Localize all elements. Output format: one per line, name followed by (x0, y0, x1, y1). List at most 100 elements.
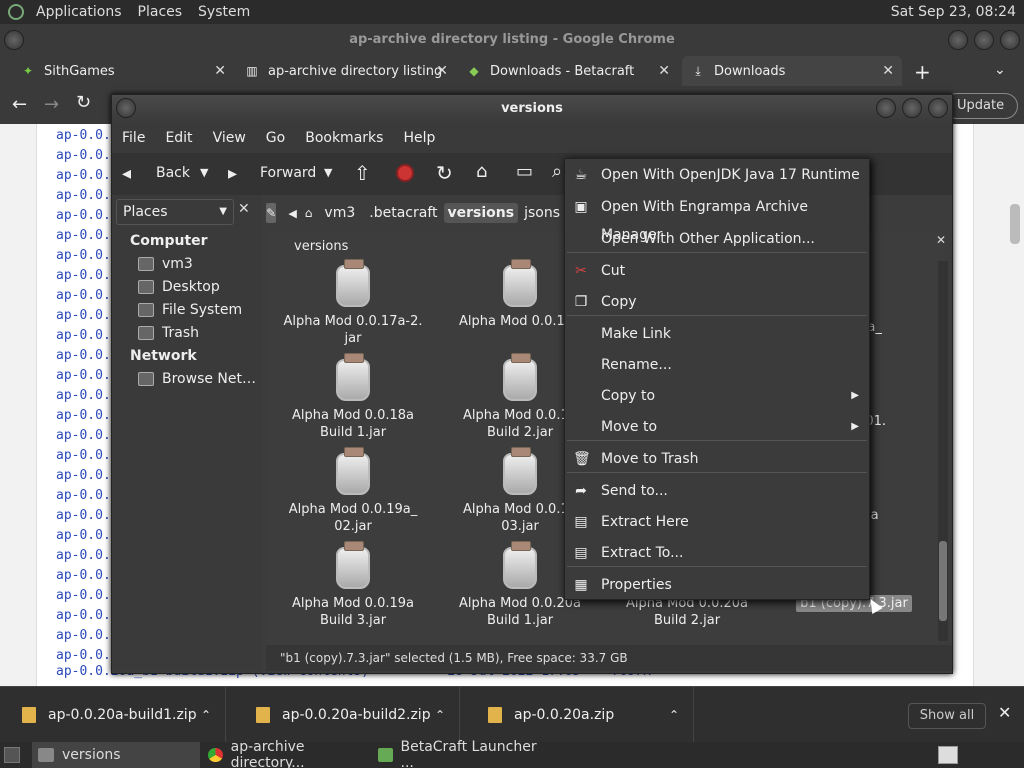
menu-help[interactable]: Help (393, 130, 445, 146)
close-window-button[interactable] (928, 98, 948, 118)
download-item[interactable]: ap-0.0.20a-build2.zip ⌃ (234, 687, 460, 743)
context-menu-item[interactable]: ✂ Cut (565, 257, 869, 285)
listing-row[interactable]: ap-0.0. (56, 368, 111, 383)
breadcrumb-versions[interactable]: versions (443, 203, 519, 223)
minimize-button[interactable] (876, 98, 896, 118)
listing-row[interactable]: ap-0.0. (56, 448, 111, 463)
places-menu[interactable]: Places (130, 4, 191, 20)
back-icon[interactable]: ◂ (122, 163, 131, 184)
listing-row[interactable]: ap-0.0. (56, 268, 111, 283)
taskbar-item-chrome[interactable]: ap-archive directory... (202, 739, 370, 768)
context-menu-item[interactable]: Rename... (565, 351, 869, 379)
listing-row[interactable]: ap-0.0. (56, 628, 111, 643)
show-desktop-icon[interactable] (4, 747, 20, 763)
listing-row[interactable]: ap-0.0. (56, 608, 111, 623)
listing-row[interactable]: ap-0.0. (56, 148, 111, 163)
workspace-switcher[interactable] (938, 746, 958, 764)
context-menu-item[interactable]: Open With Other Application... (565, 225, 869, 253)
file-item[interactable]: Alpha Mod 0.0.19a_ 02.jar (278, 447, 428, 535)
tab-downloads[interactable]: ⤓ Downloads ✕ (682, 56, 902, 86)
menu-edit[interactable]: Edit (155, 130, 202, 146)
forward-history-chevron-down-icon[interactable]: ▼ (324, 166, 332, 179)
show-all-button[interactable]: Show all (908, 703, 986, 729)
forward-button[interactable]: Forward (260, 165, 316, 181)
search-icon[interactable]: ⌕ (552, 161, 562, 182)
close-downloads-icon[interactable]: ✕ (998, 703, 1011, 722)
context-menu-item[interactable]: Make Link (565, 320, 869, 348)
breadcrumb-left-arrow-icon[interactable]: ◀ (288, 207, 296, 220)
edit-location-icon[interactable]: ✎ (266, 203, 277, 223)
listing-row[interactable]: ap-0.0. (56, 488, 111, 503)
breadcrumb-jsons[interactable]: jsons (518, 205, 566, 221)
chevron-up-icon[interactable]: ⌃ (435, 708, 445, 722)
close-window-button[interactable] (1000, 30, 1020, 50)
home-icon[interactable]: ⌂ (476, 161, 487, 182)
listing-row[interactable]: ap-0.0. (56, 568, 111, 583)
breadcrumb-betacraft[interactable]: .betacraft (363, 205, 443, 221)
back-history-chevron-down-icon[interactable]: ▼ (200, 166, 208, 179)
listing-row[interactable]: ap-0.0. (56, 388, 111, 403)
tab-search-chevron-icon[interactable]: ⌄ (994, 62, 1006, 78)
listing-row[interactable]: ap-0.0. (56, 288, 111, 303)
vertical-scrollbar[interactable] (938, 261, 948, 641)
menu-view[interactable]: View (203, 130, 256, 146)
listing-row[interactable]: ap-0.0. (56, 248, 111, 263)
listing-row[interactable]: ap-0.0. (56, 308, 111, 323)
window-menu-button[interactable] (116, 98, 136, 118)
maximize-button[interactable] (974, 30, 994, 50)
file-item[interactable]: Alpha Mod 0.0.19a Build 3.jar (278, 541, 428, 629)
clock[interactable]: Sat Sep 23, 08:24 (891, 4, 1024, 20)
menu-file[interactable]: File (112, 130, 155, 146)
close-pane-icon[interactable]: ✕ (936, 233, 946, 247)
maximize-button[interactable] (902, 98, 922, 118)
scrollbar-thumb[interactable] (939, 541, 947, 621)
listing-row[interactable]: ap-0.0. (56, 188, 111, 203)
context-menu-item[interactable]: ❐ Copy (565, 288, 869, 316)
sidebar-item-trash[interactable]: Trash (138, 325, 199, 341)
context-menu-item[interactable]: ▤ Extract To... (565, 539, 869, 567)
listing-row[interactable]: ap-0.0. (56, 408, 111, 423)
sidebar-item-file-system[interactable]: File System (138, 302, 242, 318)
sidebar-item-vm3[interactable]: vm3 (138, 256, 193, 272)
forward-icon[interactable]: ▸ (228, 163, 237, 184)
close-sidebar-icon[interactable]: ✕ (238, 201, 250, 217)
listing-row[interactable]: ap-0.0. (56, 508, 111, 523)
page-scrollbar[interactable] (1010, 204, 1020, 244)
system-menu[interactable]: System (190, 4, 258, 20)
menu-bookmarks[interactable]: Bookmarks (295, 130, 393, 146)
listing-row[interactable]: ap-0.0. (56, 588, 111, 603)
breadcrumb-vm3[interactable]: vm3 (316, 205, 363, 221)
tab-ap-archive[interactable]: ▥ ap-archive directory listing ✕ (236, 56, 456, 86)
context-menu-item[interactable]: ▦ Properties (565, 571, 869, 599)
minimize-button[interactable] (948, 30, 968, 50)
reload-icon[interactable]: ↻ (76, 92, 91, 113)
sidebar-item-browse-network[interactable]: Browse Net… (138, 371, 256, 387)
listing-row[interactable]: ap-0.0. (56, 208, 111, 223)
listing-row[interactable]: ap-0.0. (56, 548, 111, 563)
listing-row[interactable]: ap-0.0. (56, 328, 111, 343)
distro-logo-icon[interactable] (8, 4, 24, 20)
listing-row[interactable]: ap-0.0. (56, 648, 111, 663)
listing-row[interactable]: ap-0.0. (56, 228, 111, 243)
stop-icon[interactable] (396, 164, 414, 182)
listing-row[interactable]: ap-0.0. (56, 468, 111, 483)
close-tab-icon[interactable]: ✕ (214, 63, 226, 79)
up-icon[interactable]: ⇧ (354, 161, 371, 185)
new-tab-button[interactable]: + (914, 60, 931, 84)
back-button[interactable]: Back (156, 165, 190, 181)
context-menu-item[interactable]: 🗑 Move to Trash (565, 445, 869, 473)
tab-downloads-betacraft[interactable]: ◆ Downloads - Betacraft ✕ (458, 56, 678, 86)
window-menu-button[interactable] (4, 30, 24, 50)
context-menu-item[interactable]: Copy to ▶ (565, 382, 869, 410)
sidebar-item-desktop[interactable]: Desktop (138, 279, 220, 295)
file-item[interactable]: Alpha Mod 0.0.17a-2. jar (278, 259, 428, 347)
context-menu-item[interactable]: ☕ Open With OpenJDK Java 17 Runtime (565, 161, 869, 189)
taskbar-item-versions[interactable]: versions (32, 742, 200, 768)
context-menu-item[interactable]: ▤ Extract Here (565, 508, 869, 536)
menu-go[interactable]: Go (256, 130, 295, 146)
listing-row[interactable]: ap-0.0. (56, 528, 111, 543)
places-selector[interactable]: Places ▼ (116, 199, 234, 225)
download-item[interactable]: ap-0.0.20a-build1.zip ⌃ (0, 687, 226, 743)
applications-menu[interactable]: Applications (28, 4, 130, 20)
context-menu-item[interactable]: ▣ Open With Engrampa Archive Manager (565, 193, 869, 243)
